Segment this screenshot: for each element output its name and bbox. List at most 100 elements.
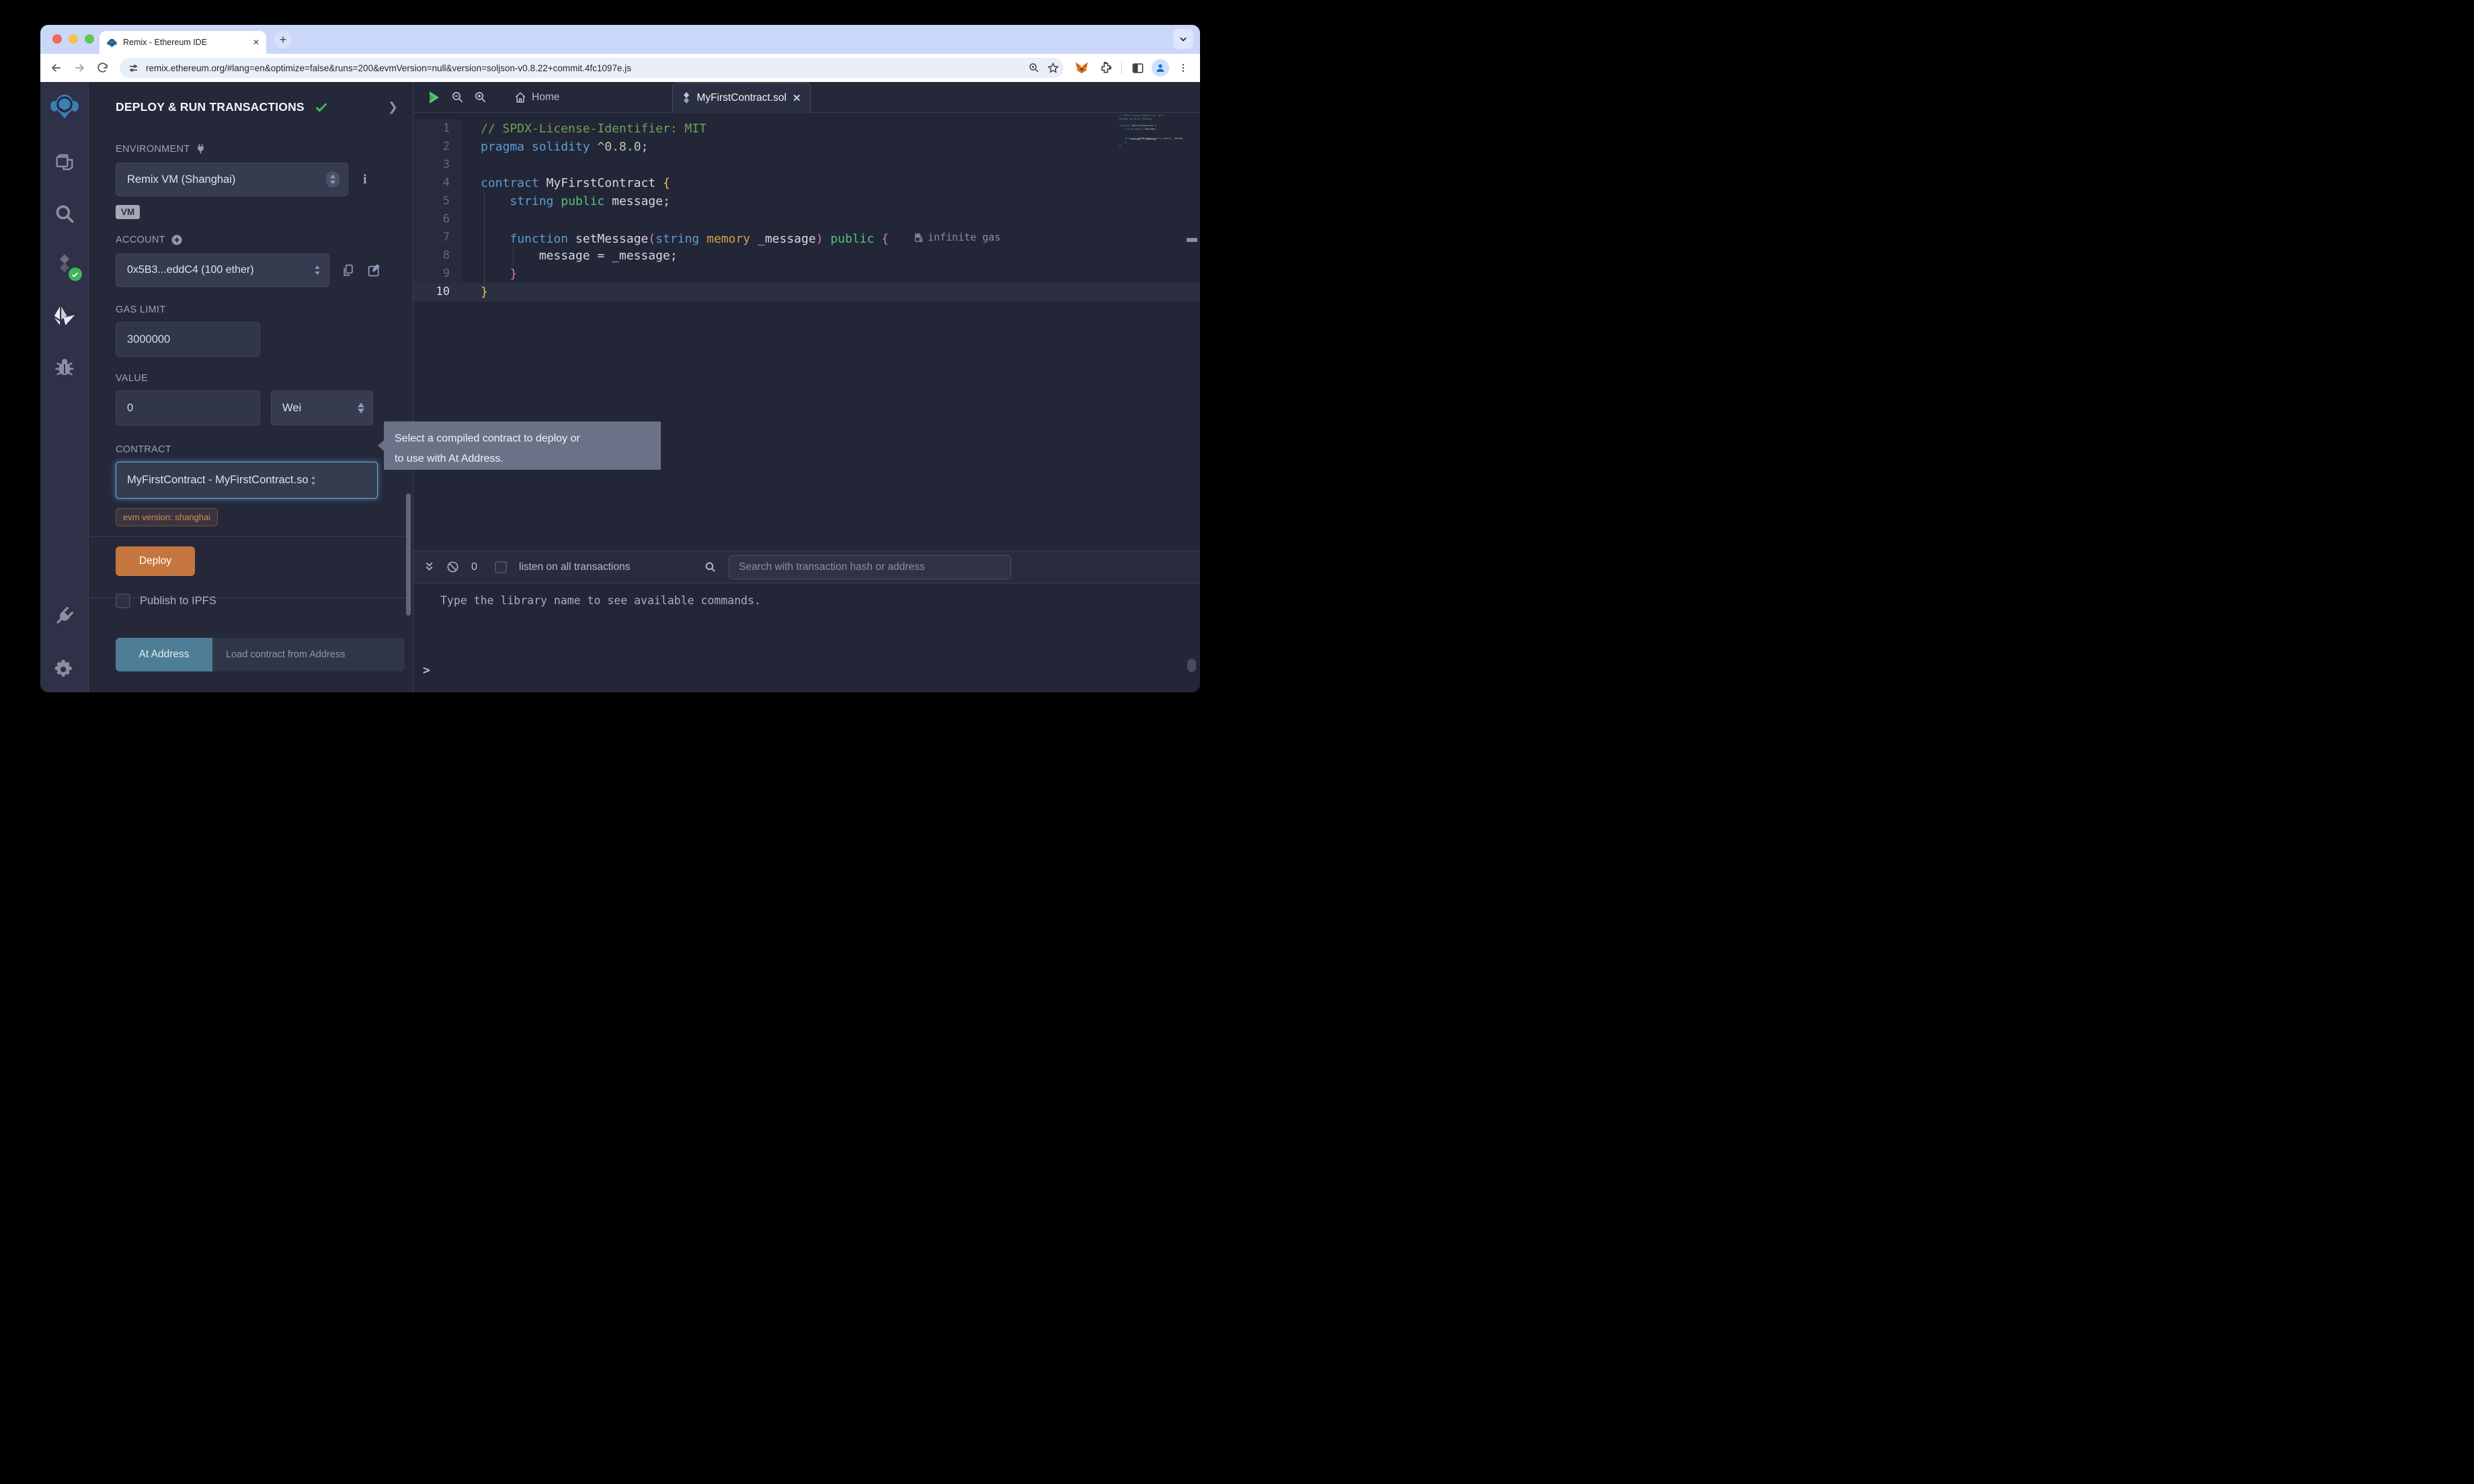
line-number: 8	[413, 247, 462, 265]
environment-info-icon[interactable]: i	[363, 172, 367, 188]
panel-title: DEPLOY & RUN TRANSACTIONS	[116, 100, 305, 114]
tab-home[interactable]: Home	[502, 82, 571, 112]
contract-stepper-icon[interactable]	[310, 475, 317, 486]
metamask-extension-icon[interactable]	[1072, 58, 1092, 78]
browser-tab[interactable]: Remix - Ethereum IDE ✕	[99, 31, 266, 54]
bookmark-star-icon[interactable]	[1047, 62, 1060, 75]
compile-success-check-icon	[69, 267, 82, 281]
gas-limit-value: 3000000	[127, 333, 170, 346]
file-explorer-icon[interactable]	[50, 148, 79, 177]
remix-logo-icon[interactable]	[50, 91, 79, 121]
extensions-puzzle-icon[interactable]	[1096, 58, 1116, 78]
value-label: VALUE	[116, 373, 148, 384]
panel-collapse-chevron-icon[interactable]: ❯	[388, 100, 398, 114]
deploy-run-panel: DEPLOY & RUN TRANSACTIONS ❯ ENVIRONMENT …	[89, 82, 413, 692]
environment-select[interactable]: Remix VM (Shanghai)	[116, 163, 348, 196]
environment-stepper-icon[interactable]	[326, 171, 340, 188]
tab-search-chevron-icon[interactable]	[1173, 29, 1193, 49]
tab-myfirstcontract[interactable]: MyFirstContract.sol ✕	[672, 83, 811, 113]
file-tab-close-icon[interactable]: ✕	[793, 92, 801, 104]
remix-favicon	[106, 37, 118, 48]
infinite-gas-annotation: infinite gas	[914, 229, 1000, 247]
sign-message-icon[interactable]	[367, 263, 381, 278]
search-icon[interactable]	[50, 199, 79, 229]
code-lines: 1// SPDX-License-Identifier: MIT2pragma …	[413, 120, 1200, 301]
terminal-message: Type the library name to see available c…	[440, 594, 761, 607]
add-account-icon[interactable]	[171, 234, 183, 246]
macos-traffic-lights[interactable]	[52, 34, 94, 44]
toolbar-separator	[1121, 61, 1122, 75]
zoom-in-icon[interactable]	[469, 91, 491, 104]
line-number: 3	[413, 156, 462, 174]
contract-value: MyFirstContract - MyFirstContract.so	[127, 474, 309, 487]
copy-account-icon[interactable]	[342, 263, 355, 277]
listen-transactions-label: listen on all transactions	[519, 561, 630, 573]
zoom-page-icon[interactable]	[1028, 62, 1040, 74]
plugin-manager-icon[interactable]	[50, 601, 79, 630]
gas-limit-input[interactable]: 3000000	[116, 322, 260, 357]
value-unit: Wei	[282, 402, 301, 415]
environment-label: ENVIRONMENT	[116, 144, 190, 155]
settings-gear-icon[interactable]	[50, 655, 79, 684]
debugger-icon[interactable]	[50, 352, 79, 382]
tooltip-line1: Select a compiled contract to deploy or	[395, 429, 661, 449]
line-number: 10	[413, 283, 462, 301]
zoom-window-button[interactable]	[85, 34, 94, 44]
account-select[interactable]: 0x5B3...eddC4 (100 ether)	[116, 253, 329, 287]
new-tab-button[interactable]: +	[274, 31, 292, 48]
minimize-window-button[interactable]	[69, 34, 78, 44]
home-tab-label: Home	[532, 91, 559, 104]
terminal-panel: 0 listen on all transactions Search with…	[413, 550, 1200, 692]
screen: Remix - Ethereum IDE ✕ + remix.ethereum.…	[0, 0, 1237, 742]
forward-button[interactable]	[70, 58, 89, 77]
pending-tx-count: 0	[471, 561, 477, 573]
reload-button[interactable]	[93, 58, 112, 77]
panel-scrollbar[interactable]	[406, 493, 411, 616]
sidepanel-icon[interactable]	[1127, 58, 1148, 78]
evm-version-badge: evm version: shanghai	[116, 508, 218, 526]
url-text[interactable]: remix.ethereum.org/#lang=en&optimize=fal…	[146, 63, 1021, 73]
environment-value: Remix VM (Shanghai)	[127, 173, 235, 186]
zoom-out-icon[interactable]	[446, 91, 469, 104]
browser-tabstrip: Remix - Ethereum IDE ✕ +	[40, 25, 1200, 54]
terminal-search-placeholder: Search with transaction hash or address	[739, 561, 925, 573]
run-script-play-icon[interactable]	[423, 91, 446, 104]
line-number: 7	[413, 229, 462, 247]
url-bar[interactable]: remix.ethereum.org/#lang=en&optimize=fal…	[120, 58, 1064, 78]
line-number: 2	[413, 138, 462, 156]
home-icon	[514, 91, 526, 104]
contract-label: CONTRACT	[116, 444, 171, 455]
browser-menu-icon[interactable]	[1173, 58, 1193, 78]
gas-limit-label: GAS LIMIT	[116, 304, 165, 315]
site-settings-icon[interactable]	[128, 63, 139, 74]
close-window-button[interactable]	[52, 34, 62, 44]
plug-icon[interactable]	[195, 142, 206, 155]
at-address-input[interactable]: Load contract from Address	[212, 638, 405, 671]
line-number: 4	[413, 174, 462, 192]
account-stepper-icon[interactable]	[314, 265, 321, 276]
deploy-button[interactable]: Deploy	[116, 546, 195, 576]
contract-select[interactable]: MyFirstContract - MyFirstContract.so	[116, 462, 378, 499]
deploy-and-run-icon[interactable]	[50, 301, 79, 331]
clear-console-icon[interactable]	[446, 561, 459, 573]
line-number: 1	[413, 120, 462, 138]
terminal-collapse-icon[interactable]	[424, 561, 434, 573]
value-unit-select[interactable]: Wei	[271, 390, 373, 425]
value-input[interactable]: 0	[116, 390, 260, 425]
back-button[interactable]	[47, 58, 66, 77]
editor-minimap[interactable]: // SPDX-License-Identifier: MITpragma so…	[1118, 114, 1183, 148]
publish-ipfs-checkbox[interactable]	[116, 593, 130, 608]
terminal-search-input[interactable]: Search with transaction hash or address	[729, 555, 1011, 579]
tab-close-icon[interactable]: ✕	[253, 38, 260, 47]
at-address-button[interactable]: At Address	[116, 638, 212, 671]
line-number: 9	[413, 265, 462, 283]
code-editor[interactable]: 1// SPDX-License-Identifier: MIT2pragma …	[413, 113, 1200, 550]
terminal-log[interactable]: Type the library name to see available c…	[413, 583, 1200, 692]
terminal-scrollbar[interactable]	[1187, 659, 1196, 672]
listen-transactions-checkbox[interactable]	[495, 561, 507, 573]
browser-window: Remix - Ethereum IDE ✕ + remix.ethereum.…	[40, 25, 1200, 692]
profile-avatar[interactable]	[1152, 59, 1169, 77]
contract-select-tooltip: Select a compiled contract to deploy or …	[384, 421, 661, 470]
value-unit-stepper-icon[interactable]	[358, 403, 364, 413]
solidity-compiler-icon[interactable]	[50, 250, 79, 280]
